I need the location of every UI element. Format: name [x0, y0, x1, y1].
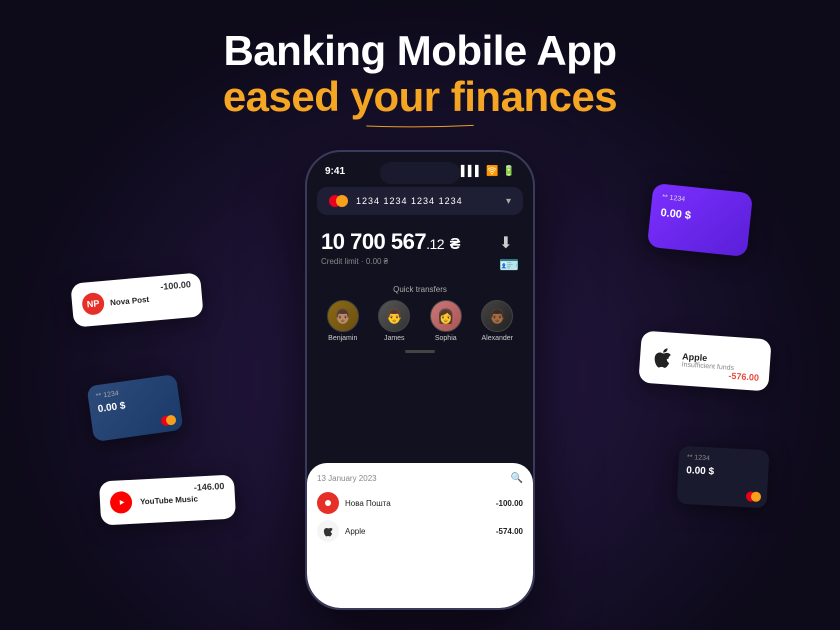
balance-integer: 10 700 567: [321, 229, 426, 254]
transactions-sheet: 13 January 2023 🔍 Нова Пошта -100.00: [307, 463, 533, 608]
youtube-music-card: YouTube Music -146.00: [99, 474, 236, 525]
apple-icon: [649, 345, 675, 371]
header: Banking Mobile App eased your finances: [0, 28, 840, 120]
battery-icon: 🔋: [503, 166, 515, 177]
status-icons: ▌▌▌ 🛜 🔋: [461, 166, 515, 177]
avatar-list: 👨🏽 Benjamin 👨 James 👩: [317, 300, 523, 342]
phone-body: 9:41 ▌▌▌ 🛜 🔋 1234 1234 1234 1234 ▾: [305, 150, 535, 610]
transaction-item-nova-poshta: Нова Пошта -100.00: [317, 492, 523, 514]
quick-transfers: Quick transfers 👨🏽 Benjamin 👨 James: [307, 279, 533, 346]
bottom-right-card: ** 1234 0.00 $: [677, 446, 770, 509]
signal-icon: ▌▌▌: [461, 166, 482, 177]
scroll-indicator: [405, 350, 435, 353]
search-icon[interactable]: 🔍: [511, 473, 523, 484]
balance-currency: ₴: [450, 236, 460, 253]
nova-poshta-icon: [317, 492, 339, 514]
youtube-icon: [110, 491, 133, 514]
card-selector[interactable]: 1234 1234 1234 1234 ▾: [317, 187, 523, 215]
mastercard-icon-2: [746, 491, 762, 502]
mastercard-icon: [160, 414, 176, 426]
apple-trans-icon: [317, 520, 339, 542]
balance-decimal: .12: [426, 236, 444, 252]
avatar-item-james[interactable]: 👨 James: [378, 300, 410, 342]
card-icon: 🪪: [499, 255, 519, 275]
avatar-james: 👨: [378, 300, 410, 332]
mastercard-logo: [329, 195, 348, 207]
transaction-item-apple: Apple -574.00: [317, 520, 523, 542]
status-time: 9:41: [325, 166, 345, 177]
phone-mockup: 9:41 ▌▌▌ 🛜 🔋 1234 1234 1234 1234 ▾: [305, 150, 535, 610]
nova-post-icon: NP: [81, 292, 105, 316]
credit-limit: Credit limit · 0.00 ₴: [321, 257, 460, 266]
avatar-benjamin: 👨🏽: [327, 300, 359, 332]
wifi-icon: 🛜: [486, 166, 498, 177]
purple-card: ** 1234 0.00 $: [647, 183, 753, 257]
avatar-item-benjamin[interactable]: 👨🏽 Benjamin: [327, 300, 359, 342]
avatar-alexander: 👨🏾: [481, 300, 513, 332]
balance-area: 10 700 567.12 ₴ Credit limit · 0.00 ₴ ⬇ …: [307, 221, 533, 279]
avatar-item-alexander[interactable]: 👨🏾 Alexander: [481, 300, 513, 342]
chevron-down-icon[interactable]: ▾: [506, 196, 511, 207]
transaction-date-row: 13 January 2023 🔍: [317, 473, 523, 484]
avatar-sophia: 👩: [430, 300, 462, 332]
phone-notch: [380, 162, 460, 184]
underline-decoration-icon: [250, 124, 590, 128]
avatar-item-sophia[interactable]: 👩 Sophia: [430, 300, 462, 342]
phone-screen: 9:41 ▌▌▌ 🛜 🔋 1234 1234 1234 1234 ▾: [307, 152, 533, 608]
apple-card: Apple Insufficient funds -576.00: [638, 331, 771, 392]
header-title: Banking Mobile App eased your finances: [0, 28, 840, 120]
download-icon[interactable]: ⬇: [499, 233, 519, 253]
